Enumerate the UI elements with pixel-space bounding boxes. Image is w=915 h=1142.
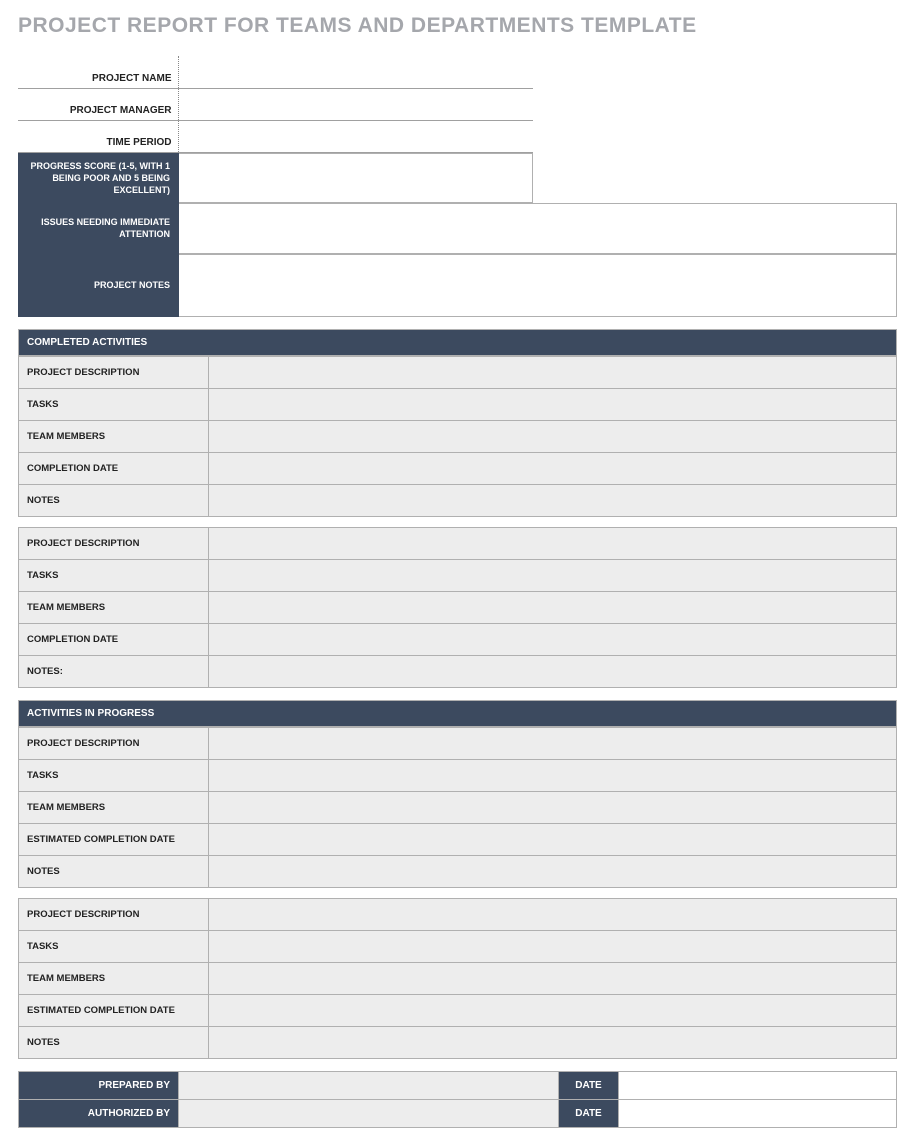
prepared-date-label: DATE — [559, 1071, 619, 1099]
team-members-input[interactable] — [209, 420, 897, 452]
tasks-label: TASKS — [19, 759, 209, 791]
project-info-table: PROJECT NAME PROJECT MANAGER TIME PERIOD — [18, 56, 533, 153]
progress-score-label: PROGRESS SCORE (1-5, WITH 1 BEING POOR A… — [19, 153, 179, 202]
est-completion-date-label: ESTIMATED COMPLETION DATE — [19, 994, 209, 1026]
team-members-label: TEAM MEMBERS — [19, 420, 209, 452]
tasks-label: TASKS — [19, 388, 209, 420]
project-description-label: PROJECT DESCRIPTION — [19, 727, 209, 759]
completion-date-input[interactable] — [209, 452, 897, 484]
project-description-input[interactable] — [209, 727, 897, 759]
authorized-date-input[interactable] — [619, 1099, 897, 1127]
tasks-input[interactable] — [209, 559, 897, 591]
project-notes-label: PROJECT NOTES — [19, 254, 179, 316]
completed-activities-header: COMPLETED ACTIVITIES — [18, 329, 897, 356]
completion-date-label: COMPLETION DATE — [19, 623, 209, 655]
tasks-label: TASKS — [19, 559, 209, 591]
est-completion-date-input[interactable] — [209, 823, 897, 855]
team-members-input[interactable] — [209, 962, 897, 994]
prepared-by-label: PREPARED BY — [19, 1071, 179, 1099]
prepared-date-input[interactable] — [619, 1071, 897, 1099]
project-description-input[interactable] — [209, 356, 897, 388]
prepared-by-input[interactable] — [179, 1071, 559, 1099]
tasks-label: TASKS — [19, 930, 209, 962]
project-description-label: PROJECT DESCRIPTION — [19, 527, 209, 559]
tasks-input[interactable] — [209, 759, 897, 791]
notes-input[interactable] — [209, 655, 897, 687]
team-members-label: TEAM MEMBERS — [19, 962, 209, 994]
authorized-by-input[interactable] — [179, 1099, 559, 1127]
notes-label: NOTES: — [19, 655, 209, 687]
est-completion-date-input[interactable] — [209, 994, 897, 1026]
completed-activity-1: PROJECT DESCRIPTION TASKS TEAM MEMBERS C… — [18, 356, 897, 517]
project-name-input[interactable] — [179, 56, 533, 88]
notes-label: NOTES — [19, 1026, 209, 1058]
issues-label: ISSUES NEEDING IMMEDIATE ATTENTION — [19, 203, 179, 253]
project-manager-label: PROJECT MANAGER — [18, 88, 178, 120]
project-manager-input[interactable] — [179, 88, 533, 120]
est-completion-date-label: ESTIMATED COMPLETION DATE — [19, 823, 209, 855]
issues-input[interactable] — [179, 203, 897, 253]
page-title: PROJECT REPORT FOR TEAMS AND DEPARTMENTS… — [18, 14, 897, 38]
time-period-input[interactable] — [179, 120, 533, 152]
completion-date-label: COMPLETION DATE — [19, 452, 209, 484]
project-description-label: PROJECT DESCRIPTION — [19, 898, 209, 930]
activities-in-progress-header: ACTIVITIES IN PROGRESS — [18, 700, 897, 727]
tasks-input[interactable] — [209, 930, 897, 962]
in-progress-activity-1: PROJECT DESCRIPTION TASKS TEAM MEMBERS E… — [18, 727, 897, 888]
notes-input[interactable] — [209, 1026, 897, 1058]
progress-score-input[interactable] — [179, 153, 533, 202]
in-progress-activity-2: PROJECT DESCRIPTION TASKS TEAM MEMBERS E… — [18, 898, 897, 1059]
project-description-input[interactable] — [209, 527, 897, 559]
project-notes-input[interactable] — [179, 254, 897, 316]
project-description-input[interactable] — [209, 898, 897, 930]
time-period-label: TIME PERIOD — [18, 120, 178, 152]
authorized-date-label: DATE — [559, 1099, 619, 1127]
notes-label: NOTES — [19, 855, 209, 887]
notes-input[interactable] — [209, 855, 897, 887]
signoff-table: PREPARED BY DATE AUTHORIZED BY DATE — [18, 1071, 897, 1128]
team-members-input[interactable] — [209, 791, 897, 823]
completion-date-input[interactable] — [209, 623, 897, 655]
tasks-input[interactable] — [209, 388, 897, 420]
team-members-input[interactable] — [209, 591, 897, 623]
notes-label: NOTES — [19, 484, 209, 516]
authorized-by-label: AUTHORIZED BY — [19, 1099, 179, 1127]
project-description-label: PROJECT DESCRIPTION — [19, 356, 209, 388]
notes-input[interactable] — [209, 484, 897, 516]
team-members-label: TEAM MEMBERS — [19, 591, 209, 623]
team-members-label: TEAM MEMBERS — [19, 791, 209, 823]
completed-activity-2: PROJECT DESCRIPTION TASKS TEAM MEMBERS C… — [18, 527, 897, 688]
project-name-label: PROJECT NAME — [18, 56, 178, 88]
